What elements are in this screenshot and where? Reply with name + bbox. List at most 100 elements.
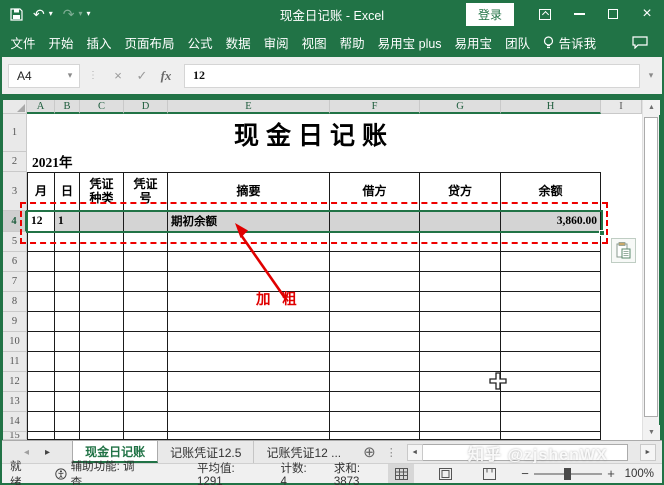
zoom-in-icon[interactable]: + [602,466,620,481]
cell[interactable] [501,232,601,252]
cell[interactable] [501,412,601,432]
row-header-10[interactable]: 10 [3,332,27,352]
login-button[interactable]: 登录 [466,3,514,26]
cell[interactable] [168,252,330,272]
vertical-scrollbar-thumb[interactable] [644,117,658,417]
cell[interactable] [80,292,124,312]
cell[interactable] [55,292,80,312]
tab-yyb[interactable]: 易用宝 [448,33,499,52]
cell[interactable] [501,272,601,292]
cell-e4-summary[interactable]: 期初余额 [168,211,330,232]
header-month-cell[interactable]: 月 [27,172,55,211]
column-header-g[interactable]: G [420,100,501,114]
status-count[interactable]: 计数: 4 [281,460,316,485]
name-box[interactable]: A4 ▾ [8,64,80,88]
cell[interactable] [27,432,55,440]
cell[interactable] [55,352,80,372]
cell[interactable] [420,332,501,352]
cell[interactable] [420,292,501,312]
cell[interactable] [601,172,642,211]
cell[interactable] [55,332,80,352]
cell[interactable] [601,392,642,412]
cell[interactable] [168,232,330,252]
sheet-title-cell[interactable]: 现金日记账 [27,114,601,152]
cell[interactable] [80,332,124,352]
tab-view[interactable]: 视图 [295,33,333,52]
horizontal-scrollbar-track[interactable] [628,444,640,461]
cell[interactable] [601,272,642,292]
customize-quick-access-icon[interactable]: ▾ [87,10,91,18]
cell[interactable] [601,412,642,432]
cell[interactable] [501,332,601,352]
cell[interactable] [27,292,55,312]
cell[interactable] [124,312,168,332]
row-header-11[interactable]: 11 [3,352,27,372]
cell[interactable] [168,292,330,312]
page-layout-view-button[interactable] [432,464,458,483]
tab-insert[interactable]: 插入 [80,33,118,52]
maximize-button[interactable] [596,0,630,28]
cell[interactable] [330,232,420,252]
scroll-up-icon[interactable]: ▲ [643,100,660,115]
tab-team[interactable]: 团队 [499,33,537,52]
cell[interactable] [55,412,80,432]
row-header-15[interactable]: 15 [3,432,27,440]
cell[interactable] [168,332,330,352]
cancel-icon[interactable]: × [106,68,130,83]
cell[interactable] [330,392,420,412]
row-header-6[interactable]: 6 [3,252,27,272]
cell[interactable] [330,292,420,312]
row-header-2[interactable]: 2 [3,152,27,172]
column-header-b[interactable]: B [55,100,80,114]
cell[interactable] [330,252,420,272]
cell[interactable] [601,432,642,440]
row-header-12[interactable]: 12 [3,372,27,392]
column-header-d[interactable]: D [124,100,168,114]
row-header-3[interactable]: 3 [3,172,27,211]
cell[interactable] [27,412,55,432]
cell[interactable] [27,232,55,252]
column-header-c[interactable]: C [80,100,124,114]
cell[interactable] [124,412,168,432]
scroll-right-icon[interactable]: ► [640,444,656,461]
cell-a4-month[interactable]: 12 [27,211,55,232]
cell[interactable] [168,312,330,332]
cell-h4-balance[interactable]: 3,860.00 [501,211,601,232]
cell[interactable] [168,352,330,372]
cell-f4[interactable] [330,211,420,232]
cell[interactable] [124,432,168,440]
cell[interactable] [27,332,55,352]
cell[interactable] [330,352,420,372]
header-voucher-no-cell[interactable]: 凭证 号 [124,172,168,211]
header-voucher-type-cell[interactable]: 凭证 种类 [80,172,124,211]
cell[interactable] [168,432,330,440]
column-header-i[interactable]: I [601,100,642,114]
cell[interactable] [168,392,330,412]
cell[interactable] [420,372,501,392]
row-header-8[interactable]: 8 [3,292,27,312]
row-header-4[interactable]: 4 [3,211,27,232]
cell[interactable] [55,272,80,292]
header-summary-cell[interactable]: 摘要 [168,172,330,211]
comment-button[interactable] [632,36,648,49]
column-header-a[interactable]: A [27,100,55,114]
zoom-out-icon[interactable]: − [516,466,534,481]
tab-help[interactable]: 帮助 [333,33,371,52]
cell[interactable] [501,252,601,272]
accessibility-checker[interactable]: 辅助功能: 调查 [55,458,145,485]
cell[interactable] [80,272,124,292]
fill-handle[interactable] [599,230,605,236]
cell[interactable] [420,352,501,372]
cell[interactable] [124,392,168,412]
header-day-cell[interactable]: 日 [55,172,80,211]
ribbon-display-options-button[interactable] [528,0,562,28]
cell[interactable] [501,292,601,312]
header-balance-cell[interactable]: 余额 [501,172,601,211]
zoom-slider[interactable] [534,473,602,475]
cell[interactable] [27,372,55,392]
cell[interactable] [55,312,80,332]
cell[interactable] [501,432,601,440]
cell[interactable] [420,252,501,272]
column-header-e[interactable]: E [168,100,330,114]
cell[interactable] [330,432,420,440]
